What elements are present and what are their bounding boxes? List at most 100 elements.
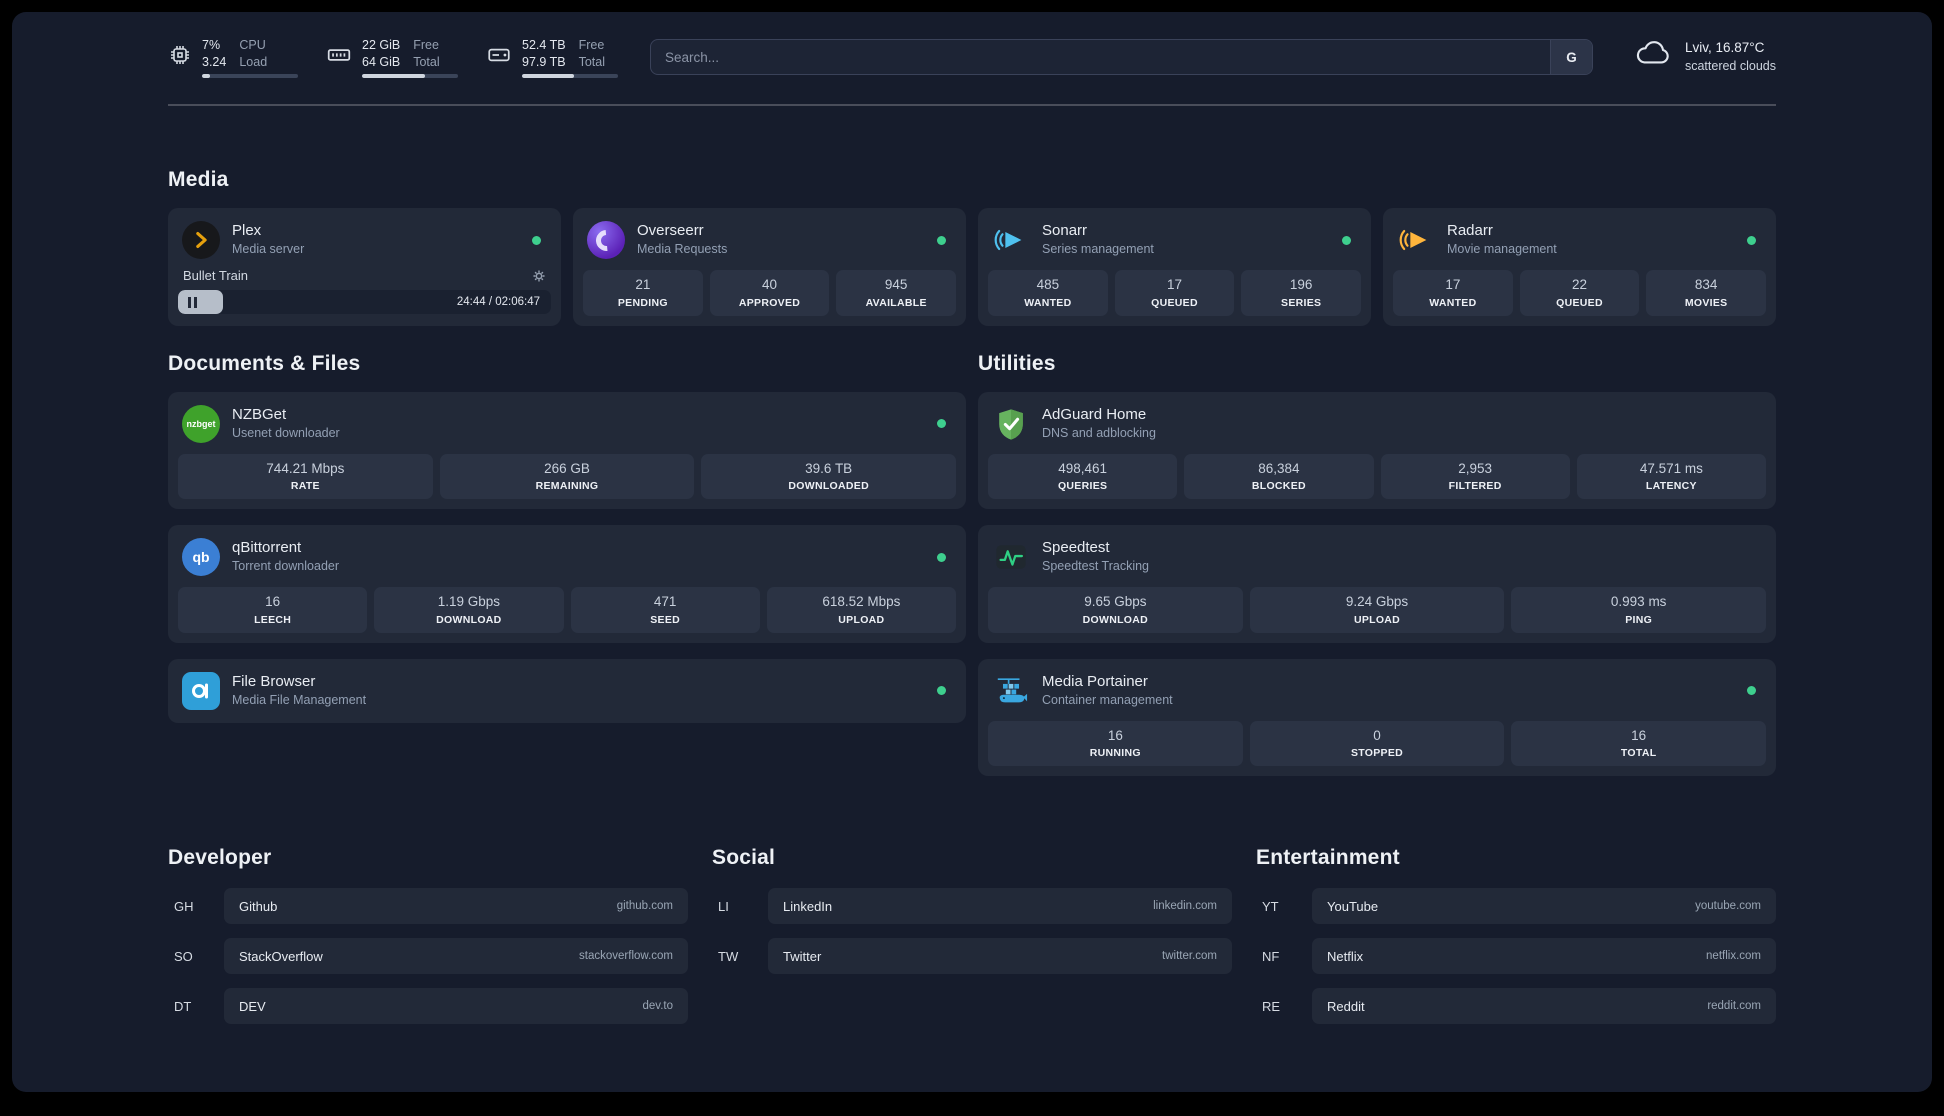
- stat-queries: 498,461 QUERIES: [988, 453, 1178, 500]
- bookmark-link-github[interactable]: Github github.com: [224, 888, 688, 925]
- section-title-utilities: Utilities: [978, 351, 1056, 375]
- bookmark-group-social: Social LI LinkedIn linkedin.com TW Twitt…: [712, 846, 1232, 1038]
- memory-bar: [362, 73, 458, 78]
- service-name: NZBGet: [232, 405, 287, 423]
- stat-leech: 16 LEECH: [178, 587, 368, 633]
- stat-wanted: 485 WANTED: [988, 270, 1108, 316]
- service-card-qbittorrent[interactable]: qb qBittorrent Torrent downloader 16 LEE…: [168, 525, 966, 643]
- disk-widget: 52.4 TB 97.9 TB Free Total: [486, 36, 618, 78]
- disk-free-label: Free: [578, 38, 605, 53]
- service-name: Plex: [232, 222, 262, 240]
- utilities-column: Utilities AdGuard Home DNS and adblockin…: [978, 326, 1776, 777]
- disk-total-label: Total: [578, 54, 605, 69]
- service-name: Speedtest: [1042, 539, 1110, 557]
- cpu-widget: 7% 3.24 CPU Load: [168, 36, 298, 78]
- status-dot: [532, 235, 541, 245]
- service-card-overseerr[interactable]: Overseerr Media Requests 21 PENDING 40 A…: [573, 208, 966, 326]
- search-bar: G: [650, 39, 1593, 75]
- stat-movies: 834 MOVIES: [1646, 270, 1767, 316]
- bookmark-dev: DT DEV dev.to: [168, 988, 688, 1025]
- service-description: Media File Management: [232, 692, 367, 707]
- cloud-icon: [1635, 39, 1673, 74]
- dashboard: 7% 3.24 CPU Load 22 GiB 64 GiB Free Tota…: [12, 12, 1932, 1092]
- stat-download: 9.65 Gbps DOWNLOAD: [988, 587, 1243, 633]
- weather-location: Lviv, 16.87°C: [1684, 40, 1765, 56]
- status-dot: [1342, 235, 1351, 245]
- playback-progress-fill: [178, 290, 223, 314]
- service-card-filebrowser[interactable]: File Browser Media File Management: [168, 658, 966, 723]
- stat-pending: 21 PENDING: [583, 270, 703, 316]
- service-description: Media server: [232, 242, 305, 257]
- stat-series: 196 SERIES: [1241, 270, 1362, 316]
- playback-progress-bar: 24:44 / 02:06:47: [178, 290, 551, 314]
- stat-downloaded: 39.6 TB DOWNLOADED: [701, 453, 957, 500]
- bookmark-link-twitter[interactable]: Twitter twitter.com: [768, 938, 1232, 975]
- section-title-media: Media: [168, 168, 229, 191]
- bookmark-stackoverflow: SO StackOverflow stackoverflow.com: [168, 938, 688, 975]
- pause-icon[interactable]: [188, 296, 197, 308]
- stat-latency: 47.571 ms LATENCY: [1576, 453, 1766, 500]
- system-widgets: 7% 3.24 CPU Load 22 GiB 64 GiB Free Tota…: [168, 36, 618, 78]
- service-card-nzbget[interactable]: nzbget NZBGet Usenet downloader 744.21 M…: [168, 391, 966, 510]
- cpu-usage-value: 7%: [202, 38, 221, 53]
- status-dot: [1747, 235, 1756, 245]
- weather-widget: Lviv, 16.87°C scattered clouds: [1635, 39, 1776, 74]
- service-description: Torrent downloader: [232, 559, 340, 574]
- bookmark-abbr: LI: [718, 898, 729, 914]
- service-name: Sonarr: [1042, 222, 1088, 240]
- bookmark-link-netflix[interactable]: Netflix netflix.com: [1312, 938, 1776, 975]
- nzbget-icon: nzbget: [182, 404, 220, 443]
- service-card-sonarr[interactable]: Sonarr Series management 485 WANTED 17 Q…: [978, 208, 1371, 326]
- playback-time: 24:44 / 02:06:47: [456, 296, 540, 308]
- service-card-plex[interactable]: Plex Media server Bullet Train 24:44 / 0…: [168, 208, 561, 326]
- service-card-portainer[interactable]: Media Portainer Container management 16 …: [978, 658, 1776, 777]
- stat-total: 16 TOTAL: [1511, 720, 1767, 767]
- service-name: Radarr: [1447, 222, 1493, 240]
- service-description: Media Requests: [637, 242, 728, 257]
- now-playing-title: Bullet Train: [183, 268, 249, 283]
- service-description: Speedtest Tracking: [1042, 559, 1150, 574]
- stat-rate: 744.21 Mbps RATE: [178, 453, 433, 500]
- disk-total-value: 97.9 TB: [522, 54, 566, 69]
- service-description: Movie management: [1447, 242, 1557, 257]
- stat-upload: 9.24 Gbps UPLOAD: [1249, 587, 1505, 633]
- service-card-radarr[interactable]: Radarr Movie management 17 WANTED 22 QUE…: [1383, 208, 1776, 326]
- cpu-usage-label: CPU: [239, 38, 266, 53]
- stat-filtered: 2,953 FILTERED: [1380, 453, 1570, 500]
- stat-seed: 471 SEED: [570, 587, 760, 633]
- bookmark-link-linkedin[interactable]: LinkedIn linkedin.com: [768, 888, 1232, 925]
- bookmark-abbr: NF: [1262, 948, 1280, 964]
- stat-available: 945 AVAILABLE: [836, 270, 957, 316]
- bookmark-link-youtube[interactable]: YouTube youtube.com: [1312, 888, 1776, 925]
- disk-free-value: 52.4 TB: [522, 38, 566, 53]
- search-provider-button[interactable]: G: [1549, 40, 1592, 74]
- stat-wanted: 17 WANTED: [1393, 270, 1513, 316]
- media-cards-row: Plex Media server Bullet Train 24:44 / 0…: [168, 208, 1776, 326]
- service-description: Usenet downloader: [232, 425, 340, 440]
- status-dot: [937, 686, 946, 696]
- search-input[interactable]: [651, 40, 1550, 74]
- memory-icon: [326, 42, 352, 73]
- cpu-icon: [168, 43, 192, 72]
- filebrowser-icon: [182, 671, 220, 710]
- service-name: File Browser: [232, 672, 316, 690]
- bookmark-github: GH Github github.com: [168, 888, 688, 925]
- service-card-adguard[interactable]: AdGuard Home DNS and adblocking 498,461 …: [978, 391, 1776, 510]
- bookmark-abbr: SO: [174, 948, 193, 964]
- weather-condition: scattered clouds: [1684, 59, 1776, 74]
- bookmark-link-dev[interactable]: DEV dev.to: [224, 988, 688, 1025]
- bookmark-link-stackoverflow[interactable]: StackOverflow stackoverflow.com: [224, 938, 688, 975]
- stat-remaining: 266 GB REMAINING: [439, 453, 695, 500]
- service-name: qBittorrent: [232, 539, 302, 557]
- status-dot: [1747, 686, 1756, 696]
- stat-queued: 17 QUEUED: [1114, 270, 1235, 316]
- status-dot: [937, 235, 946, 245]
- bookmarks-area: Developer GH Github github.com SO StackO…: [168, 846, 1776, 1038]
- bookmark-netflix: NF Netflix netflix.com: [1256, 938, 1776, 975]
- service-card-speedtest[interactable]: Speedtest Speedtest Tracking 9.65 Gbps D…: [978, 525, 1776, 643]
- section-title-social: Social: [712, 846, 776, 870]
- bookmark-group-entertainment: Entertainment YT YouTube youtube.com NF …: [1256, 846, 1776, 1038]
- bookmark-linkedin: LI LinkedIn linkedin.com: [712, 888, 1232, 925]
- gear-icon[interactable]: [532, 269, 546, 283]
- bookmark-link-reddit[interactable]: Reddit reddit.com: [1312, 988, 1776, 1025]
